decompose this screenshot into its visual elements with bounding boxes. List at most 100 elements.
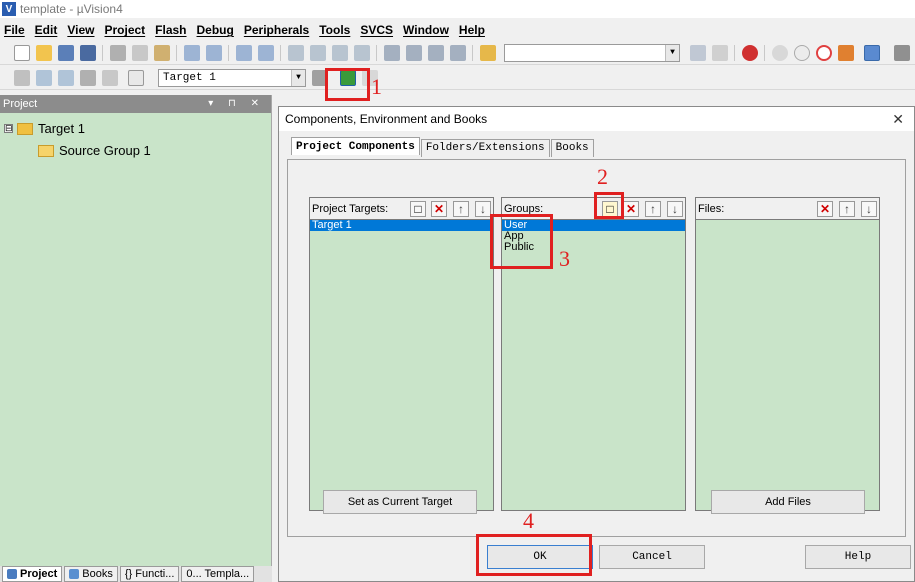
bookmark-icon[interactable]: [288, 45, 304, 61]
nav-back-icon[interactable]: [236, 45, 252, 61]
delete-icon[interactable]: ✕: [623, 201, 639, 217]
window-layout-icon[interactable]: [864, 45, 880, 61]
breakpoint-icon[interactable]: [772, 45, 788, 61]
uncomment-icon[interactable]: [450, 45, 466, 61]
list-item[interactable]: Target 1: [310, 220, 493, 231]
annotation-label-1: 1: [371, 74, 382, 99]
files-list: Files: ✕ ↑ ↓: [695, 197, 880, 511]
targets-header: Project Targets: □ ✕ ↑ ↓: [310, 198, 493, 220]
move-down-icon[interactable]: ↓: [475, 201, 491, 217]
disable-breakpoint-icon[interactable]: [794, 45, 810, 61]
delete-icon[interactable]: ✕: [817, 201, 833, 217]
cut-icon[interactable]: [110, 45, 126, 61]
tree-node-target[interactable]: ⊟ Target 1: [4, 121, 85, 136]
move-down-icon[interactable]: ↓: [861, 201, 877, 217]
rebuild-icon[interactable]: [58, 70, 74, 86]
menu-tools[interactable]: Tools: [319, 23, 350, 37]
menu-view[interactable]: View: [67, 23, 94, 37]
files-header: Files: ✕ ↑ ↓: [696, 198, 879, 220]
menu-peripherals[interactable]: Peripherals: [244, 23, 309, 37]
annotation-box-2: [594, 192, 624, 219]
menu-bar: File Edit View Project Flash Debug Perip…: [0, 19, 915, 41]
set-current-target-button[interactable]: Set as Current Target: [323, 490, 477, 514]
dialog-title-bar: Components, Environment and Books ✕: [279, 107, 914, 131]
find-in-files-icon[interactable]: [480, 45, 496, 61]
dialog-title: Components, Environment and Books: [285, 112, 488, 126]
incremental-find-icon[interactable]: [712, 45, 728, 61]
nav-forward-icon[interactable]: [258, 45, 274, 61]
save-all-icon[interactable]: [80, 45, 96, 61]
add-files-button[interactable]: Add Files: [711, 490, 865, 514]
stop-build-icon[interactable]: [102, 70, 118, 86]
copy-icon[interactable]: [132, 45, 148, 61]
unindent-icon[interactable]: [406, 45, 422, 61]
menu-file[interactable]: File: [4, 23, 25, 37]
clear-bookmarks-icon[interactable]: [354, 45, 370, 61]
menu-svcs[interactable]: SVCS: [360, 23, 393, 37]
target-folder-icon: [17, 122, 33, 135]
tab-books[interactable]: Books: [550, 139, 594, 157]
chevron-down-icon[interactable]: ▼: [291, 70, 305, 86]
dialog-tabs: Project Components Folders/Extensions Bo…: [291, 137, 595, 157]
tab-folders-extensions[interactable]: Folders/Extensions: [420, 139, 550, 157]
translate-icon[interactable]: [14, 70, 30, 86]
next-bookmark-icon[interactable]: [332, 45, 348, 61]
title-bar: V template - µVision4: [0, 0, 915, 18]
collapse-icon[interactable]: ⊟: [4, 124, 13, 133]
move-up-icon[interactable]: ↑: [839, 201, 855, 217]
tree-node-label: Target 1: [38, 121, 85, 136]
debug-session-icon[interactable]: [742, 45, 758, 61]
target-combo-value: Target 1: [163, 72, 216, 84]
comment-icon[interactable]: [428, 45, 444, 61]
paste-icon[interactable]: [154, 45, 170, 61]
tree-node-source-group[interactable]: Source Group 1: [38, 143, 151, 158]
tree-node-label: Source Group 1: [59, 143, 151, 158]
menu-window[interactable]: Window: [403, 23, 449, 37]
move-up-icon[interactable]: ↑: [645, 201, 661, 217]
annotation-box-4: [476, 534, 592, 576]
move-down-icon[interactable]: ↓: [667, 201, 683, 217]
kill-breakpoints-icon[interactable]: [816, 45, 832, 61]
chevron-down-icon[interactable]: ▼: [665, 45, 679, 61]
delete-icon[interactable]: ✕: [431, 201, 447, 217]
help-button[interactable]: Help: [805, 545, 911, 569]
tab-functions[interactable]: {} Functi...: [119, 566, 180, 582]
menu-debug[interactable]: Debug: [197, 23, 234, 37]
save-icon[interactable]: [58, 45, 74, 61]
books-icon: [69, 569, 80, 579]
find-icon[interactable]: [690, 45, 706, 61]
undo-icon[interactable]: [184, 45, 200, 61]
annotation-box-1: [325, 68, 370, 101]
open-folder-icon[interactable]: [36, 45, 52, 61]
indent-icon[interactable]: [384, 45, 400, 61]
targets-label: Project Targets:: [312, 203, 389, 215]
menu-flash[interactable]: Flash: [155, 23, 186, 37]
configure-wrench-icon[interactable]: [894, 45, 910, 61]
new-item-icon[interactable]: □: [410, 201, 426, 217]
tab-project[interactable]: Project: [2, 566, 63, 582]
project-panel: Project ▾ ⊓ ✕ ⊟ Target 1 Source Group 1: [0, 95, 272, 582]
tab-project-components[interactable]: Project Components: [291, 137, 420, 155]
clear-all-breakpoints-icon[interactable]: [838, 45, 854, 61]
project-targets-list: Project Targets: □ ✕ ↑ ↓ Target 1: [309, 197, 494, 511]
batch-build-icon[interactable]: [80, 70, 96, 86]
menu-help[interactable]: Help: [459, 23, 485, 37]
new-file-icon[interactable]: [14, 45, 30, 61]
menu-edit[interactable]: Edit: [35, 23, 58, 37]
menu-project[interactable]: Project: [104, 23, 145, 37]
panel-window-buttons[interactable]: ▾ ⊓ ✕: [208, 95, 265, 113]
tab-books[interactable]: Books: [64, 566, 118, 582]
annotation-label-4: 4: [523, 508, 534, 533]
files-label: Files:: [698, 203, 725, 215]
move-up-icon[interactable]: ↑: [453, 201, 469, 217]
tab-templates[interactable]: 0... Templa...: [181, 566, 255, 582]
build-icon[interactable]: [36, 70, 52, 86]
close-icon[interactable]: ✕: [892, 107, 904, 131]
redo-icon[interactable]: [206, 45, 222, 61]
target-combo[interactable]: Target 1 ▼: [158, 69, 306, 87]
prev-bookmark-icon[interactable]: [310, 45, 326, 61]
cancel-button[interactable]: Cancel: [599, 545, 705, 569]
load-download-icon[interactable]: [128, 70, 144, 86]
project-icon: [7, 569, 17, 579]
find-combo[interactable]: ▼: [504, 44, 680, 62]
